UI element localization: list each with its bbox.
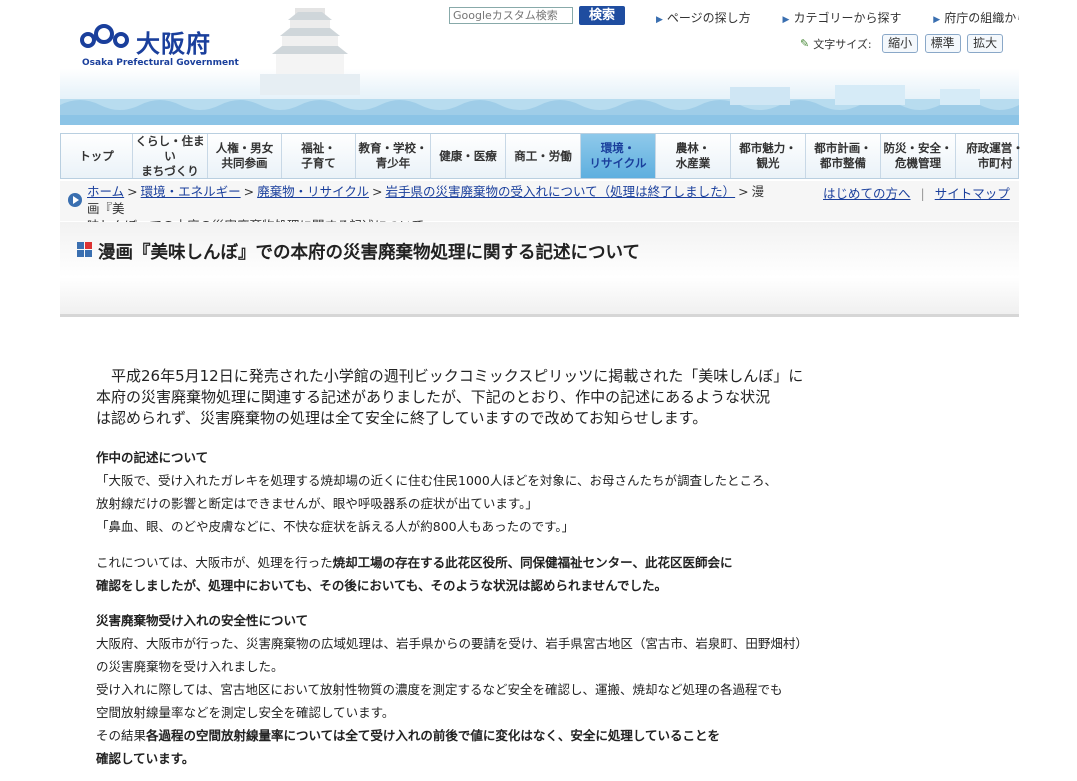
nav-commerce[interactable]: 商工・労働 [506, 134, 581, 178]
nav-education[interactable]: 教育・学校・ 青少年 [356, 134, 431, 178]
section-heading: 作中の記述について [96, 450, 209, 465]
nav-top[interactable]: トップ [61, 134, 133, 178]
quote-line: 「鼻血、眼、のどや皮膚などに、不快な症状を訴える人が約800人もあったのです。」 [96, 519, 575, 534]
title-band: 漫画『美味しんぼ』での本府の災害廃棄物処理に関する記述について [60, 222, 1019, 317]
nav-environment[interactable]: 環境・ リサイクル [581, 134, 656, 178]
font-size-standard-button[interactable]: 標準 [924, 34, 961, 53]
skyline-illustration [60, 85, 1019, 125]
breadcrumb-waste[interactable]: 廃棄物・リサイクル [257, 184, 369, 199]
section-depiction: 作中の記述について 「大阪で、受け入れたガレキを処理する焼却場の近くに住む住民1… [96, 446, 876, 538]
nav-health[interactable]: 健康・医療 [431, 134, 506, 178]
safety-line: の災害廃棄物を受け入れました。 [96, 659, 284, 674]
intro-line: 本府の災害廃棄物処理に関連する記述がありましたが、下記のとおり、作中の記述にある… [96, 388, 771, 406]
search-input[interactable] [449, 7, 573, 24]
logo-text: 大阪府 [136, 30, 211, 58]
font-size-control: ✎ 文字サイズ: 縮小 標準 拡大 [800, 34, 1004, 53]
quote-line: 放射線だけの影響と断定はできませんが、眼や呼吸器系の症状が出ています。」 [96, 496, 538, 511]
breadcrumb-arrow-icon [68, 193, 82, 207]
breadcrumb-sep-icon: > [127, 184, 138, 199]
breadcrumb-sep-icon: > [243, 184, 255, 199]
pen-icon: ✎ [800, 37, 810, 50]
breadcrumb-sep-icon: > [738, 184, 749, 199]
font-size-large-button[interactable]: 拡大 [967, 34, 1004, 53]
osaka-logo-icon [80, 24, 129, 48]
intro-line: 平成26年5月12日に発売された小学館の週刊ビックコミックスピリッツに掲載された… [96, 367, 804, 385]
breadcrumb-sep-icon: > [372, 184, 383, 199]
link-category[interactable]: ▶ カテゴリーから探す [783, 11, 916, 25]
site-header: 大阪府 Osaka Prefectural Government 検索 ▶ページ… [60, 0, 1019, 125]
quote-line: 「大阪で、受け入れたガレキを処理する焼却場の近くに住む住民1000人ほどを対象に… [96, 473, 777, 488]
link-sitemap[interactable]: サイトマップ [935, 186, 1010, 201]
nav-disaster[interactable]: 防災・安全・ 危機管理 [881, 134, 956, 178]
utility-links: はじめての方へ | サイトマップ [823, 183, 1010, 202]
top-links: ▶ページの探し方 ▶カテゴリーから探す ▶府庁の組織から探す [656, 9, 1019, 26]
font-size-small-button[interactable]: 縮小 [882, 34, 919, 53]
response-line: これについては、大阪市が、処理を行った焼却工場の存在する此花区役所、同保健福祉セ… [96, 555, 733, 570]
nav-administration[interactable]: 府政運営・ 市町村 [956, 134, 1034, 178]
global-nav: トップ くらし・住まい まちづくり 人権・男女 共同参画 福祉・ 子育て 教育・… [60, 133, 1024, 179]
safety-line: 空間放射線量率などを測定し安全を確認しています。 [96, 705, 395, 720]
link-beginners[interactable]: はじめての方へ [823, 186, 911, 201]
arrow-icon: ▶ [656, 15, 663, 25]
nav-tourism[interactable]: 都市魅力・ 観光 [731, 134, 806, 178]
font-size-label: 文字サイズ: [813, 37, 872, 51]
breadcrumb: ホーム > 環境・エネルギー > 廃棄物・リサイクル > 岩手県の災害廃棄物の受入れについて… [60, 181, 1019, 233]
nav-urban-planning[interactable]: 都市計画・ 都市整備 [806, 134, 881, 178]
link-find-page[interactable]: ▶ ページの探し方 [656, 11, 765, 25]
nav-living[interactable]: くらし・住まい まちづくり [133, 134, 208, 178]
breadcrumb-iwate[interactable]: 岩手県の災害廃棄物の受入れについて（処理は終了しました） [386, 184, 736, 199]
intro-line: は認められず、災害廃棄物の処理は全て安全に終了していますので改めてお知らせします… [96, 409, 708, 427]
safety-line: 受け入れに際しては、宮古地区において放射性物質の濃度を測定するなど安全を確認し、… [96, 682, 783, 697]
breadcrumb-environment[interactable]: 環境・エネルギー [141, 184, 241, 199]
search-button[interactable]: 検索 [579, 6, 625, 25]
nav-welfare[interactable]: 福祉・ 子育て [282, 134, 356, 178]
breadcrumb-home[interactable]: ホーム [87, 184, 124, 199]
arrow-icon: ▶ [933, 15, 941, 25]
section-safety: 災害廃棄物受け入れの安全性について 大阪府、大阪市が行った、災害廃棄物の広域処理… [96, 609, 876, 770]
page: 大阪府 Osaka Prefectural Government 検索 ▶ページ… [60, 0, 1024, 781]
divider: | [920, 186, 925, 201]
page-title: 漫画『美味しんぼ』での本府の災害廃棄物処理に関する記述について [98, 243, 640, 263]
link-organization[interactable]: ▶府庁の組織から探す [933, 11, 1019, 25]
safety-line: その結果各過程の空間放射線量率については全て受け入れの前後で値に変化はなく、安全… [96, 728, 721, 743]
section-response: これについては、大阪市が、処理を行った焼却工場の存在する此花区役所、同保健福祉セ… [96, 551, 876, 597]
response-line: 確認をしましたが、処理中においても、その後においても、そのような状況は認められま… [96, 578, 668, 593]
intro-paragraph: 平成26年5月12日に発売された小学館の週刊ビックコミックスピリッツに掲載された… [96, 366, 856, 429]
nav-agriculture[interactable]: 農林・ 水産業 [656, 134, 731, 178]
logo-subtitle: Osaka Prefectural Government [82, 58, 239, 68]
castle-illustration [260, 8, 360, 95]
safety-line: 大阪府、大阪市が行った、災害廃棄物の広域処理は、岩手県からの要請を受け、岩手県宮… [96, 636, 808, 651]
section-heading: 災害廃棄物受け入れの安全性について [96, 613, 309, 628]
title-bullet-icon [77, 242, 93, 258]
nav-human-rights[interactable]: 人権・男女 共同参画 [208, 134, 282, 178]
safety-line: 確認しています。 [96, 751, 195, 766]
arrow-icon: ▶ [782, 15, 790, 25]
